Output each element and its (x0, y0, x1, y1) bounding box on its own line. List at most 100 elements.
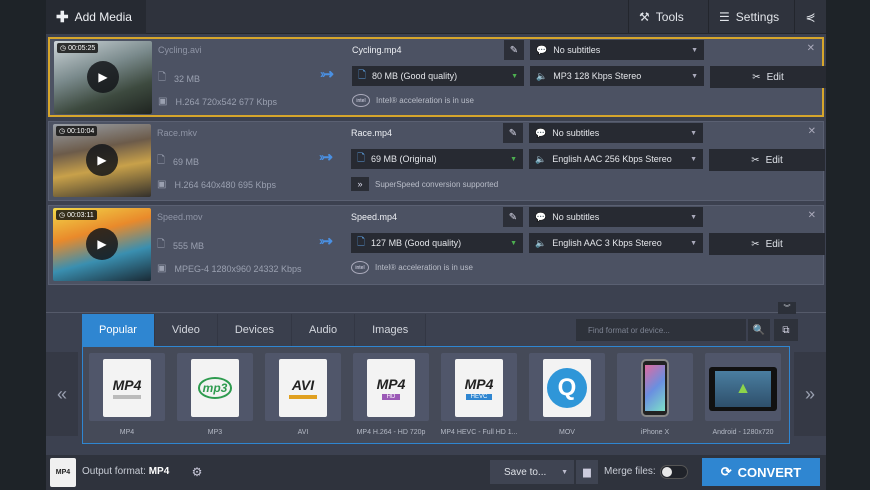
convert-arrow-icon: ››➜ (320, 67, 334, 81)
rename-pencil-button[interactable]: ✎ (504, 40, 524, 60)
output-filename[interactable]: Speed.mp4 (351, 212, 397, 222)
tools-button[interactable]: ⚒ Tools (628, 0, 708, 34)
scissors-icon: ✂ (751, 238, 760, 250)
tab-popular[interactable]: Popular (82, 314, 155, 346)
format-icon-text: Q (547, 368, 587, 408)
output-size: 80 MB (Good quality) (372, 71, 458, 81)
speech-bubble-icon: 💬 (535, 127, 547, 138)
audio-dropdown[interactable]: 🔈 English AAC 256 Kbps Stereo ▼ (529, 149, 703, 169)
gear-icon[interactable]: ⚙ (186, 461, 208, 483)
chevron-down-icon: ▼ (691, 72, 698, 80)
merge-files-label: Merge files: (604, 466, 656, 477)
acceleration-status: Intel® acceleration is in use (375, 263, 473, 272)
edit-button[interactable]: ✂ Edit (709, 233, 825, 255)
add-media-label: Add Media (74, 10, 132, 24)
convert-arrow-icon: ››➜ (319, 150, 333, 164)
duration-text: 00:05:25 (68, 45, 96, 52)
format-item-mp4-hd[interactable]: MP4 HD MP4 H.264 - HD 720p (353, 353, 429, 439)
subtitles-value: No subtitles (552, 128, 600, 138)
source-size: 32 MB (174, 73, 201, 84)
output-size: 69 MB (Original) (371, 154, 437, 164)
subtitles-dropdown[interactable]: 💬 No subtitles ▼ (530, 40, 704, 60)
output-format-value: MP4 (148, 466, 170, 477)
format-item-mov[interactable]: Q MOV (529, 353, 605, 439)
file-icon: 🗋 (158, 72, 167, 83)
edit-label: Edit (765, 154, 783, 166)
format-tile: mp3 (177, 353, 253, 421)
format-panel: ︾ Popular Video Devices Audio Images Fin… (46, 302, 826, 490)
tab-devices[interactable]: Devices (217, 314, 292, 346)
chevron-down-icon: ▼ (691, 46, 698, 54)
output-filename[interactable]: Race.mp4 (351, 128, 392, 138)
tab-images[interactable]: Images (355, 314, 427, 346)
play-icon[interactable]: ▶ (87, 61, 119, 93)
format-item-avi[interactable]: AVI AVI (265, 353, 341, 439)
remove-file-icon[interactable]: ✕ (808, 210, 816, 221)
rename-pencil-button[interactable]: ✎ (503, 123, 523, 143)
audio-dropdown[interactable]: 🔈 English AAC 3 Kbps Stereo ▼ (529, 233, 703, 253)
mp4-icon: MP4 (103, 359, 151, 417)
speaker-icon: 🔈 (535, 237, 547, 248)
format-label: MOV (559, 429, 575, 436)
file-row[interactable]: ◷ 00:03:11 ▶ Speed.mov 🗋 555 MB ▣ MPEG-4 1… (48, 205, 825, 285)
share-button[interactable]: ⋞ (794, 0, 826, 34)
edit-label: Edit (765, 238, 783, 250)
settings-button[interactable]: ☰ Settings (708, 0, 794, 34)
file-row[interactable]: ◷ 00:05:25 ▶ Cycling.avi 🗋 32 MB ▣ H.264 7… (48, 37, 826, 117)
video-thumbnail[interactable]: ◷ 00:10:04 ▶ (53, 124, 151, 197)
format-search-input[interactable]: Find format or device... (576, 319, 746, 341)
remove-file-icon[interactable]: ✕ (808, 126, 816, 137)
file-icon: 🗋 (358, 69, 367, 81)
output-size-dropdown[interactable]: 🗋 127 MB (Good quality) ▼ (351, 233, 523, 253)
folder-icon[interactable]: ▆ (576, 460, 598, 484)
merge-files-toggle[interactable] (660, 465, 688, 479)
phone-screen (645, 365, 665, 411)
chevron-down-icon: ▼ (510, 155, 517, 163)
format-item-android[interactable]: ▲ Android - 1280x720 (705, 353, 781, 439)
audio-dropdown[interactable]: 🔈 MP3 128 Kbps Stereo ▼ (530, 66, 704, 86)
format-tile (617, 353, 693, 421)
search-icon[interactable]: 🔍 (748, 319, 770, 341)
add-media-button[interactable]: ✚ Add Media (46, 0, 146, 34)
rename-pencil-button[interactable]: ✎ (503, 207, 523, 227)
output-size-dropdown[interactable]: 🗋 69 MB (Original) ▼ (351, 149, 523, 169)
avi-icon: AVI (279, 359, 327, 417)
format-item-mp3[interactable]: mp3 MP3 (177, 353, 253, 439)
play-icon[interactable]: ▶ (86, 228, 118, 260)
edit-button[interactable]: ✂ Edit (710, 66, 826, 88)
scroll-left-icon[interactable]: « (46, 352, 78, 436)
output-filename[interactable]: Cycling.mp4 (352, 45, 402, 55)
share-icon: ⋞ (805, 10, 816, 24)
superspeed-icon: » (351, 177, 369, 191)
save-to-dropdown[interactable]: Save to... ▼ (490, 460, 574, 484)
format-item-mp4-hevc[interactable]: MP4 HEVC MP4 HEVC - Full HD 1... (440, 353, 518, 439)
convert-button[interactable]: ⟳ CONVERT (702, 458, 820, 486)
format-item-mp4[interactable]: MP4 MP4 (89, 353, 165, 439)
app-window: ✚ Add Media ⚒ Tools ☰ Settings ⋞ ◷ 00:05:25… (46, 0, 826, 490)
collapse-panel-icon[interactable]: ︾ (778, 302, 796, 314)
format-item-iphone-x[interactable]: iPhone X (617, 353, 693, 439)
file-row[interactable]: ◷ 00:10:04 ▶ Race.mkv 🗋 69 MB ▣ H.264 640x… (48, 121, 825, 201)
subtitles-dropdown[interactable]: 💬 No subtitles ▼ (529, 207, 703, 227)
format-badge: HEVC (465, 394, 493, 400)
remove-file-icon[interactable]: ✕ (807, 43, 815, 54)
format-label: iPhone X (640, 429, 670, 436)
chevron-down-icon: ▼ (690, 239, 697, 247)
video-thumbnail[interactable]: ◷ 00:05:25 ▶ (54, 41, 152, 114)
subtitles-dropdown[interactable]: 💬 No subtitles ▼ (529, 123, 703, 143)
video-thumbnail[interactable]: ◷ 00:03:11 ▶ (53, 208, 151, 281)
tab-video[interactable]: Video (154, 314, 218, 346)
output-size-dropdown[interactable]: 🗋 80 MB (Good quality) ▼ (352, 66, 524, 86)
tab-audio[interactable]: Audio (291, 314, 356, 346)
menu-icon: ☰ (719, 10, 730, 24)
play-icon[interactable]: ▶ (86, 144, 118, 176)
format-list: MP4 MP4 mp3 MP3 AVI AVI MP4 HD MP4 H.264 … (82, 346, 790, 444)
audio-value: English AAC 256 Kbps Stereo (552, 154, 672, 164)
output-format-label: Output format: (82, 466, 146, 477)
edit-button[interactable]: ✂ Edit (709, 149, 825, 171)
detect-device-icon[interactable]: ⧉ (774, 319, 798, 341)
format-stripe (113, 395, 141, 399)
scroll-right-icon[interactable]: » (794, 352, 826, 436)
plus-icon: ✚ (56, 9, 69, 26)
top-toolbar: ✚ Add Media ⚒ Tools ☰ Settings ⋞ (46, 0, 826, 34)
